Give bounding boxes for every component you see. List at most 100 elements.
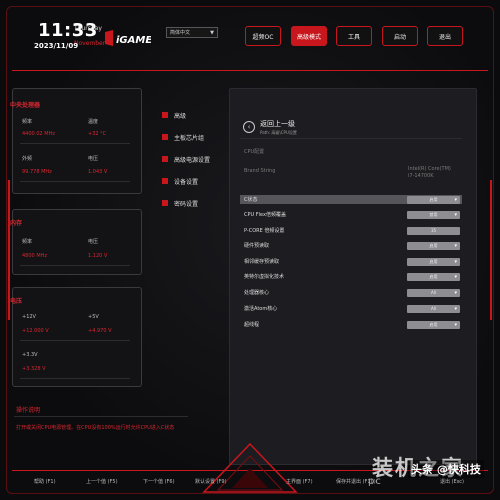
cpu-freq-value: 4400.02 MHz (22, 131, 55, 137)
dropdown-value: All (431, 290, 436, 295)
divider (20, 378, 130, 379)
chevron-down-icon: ▾ (454, 196, 457, 203)
language-select[interactable]: 简体中文 ▼ (166, 27, 218, 38)
language-value: 简体中文 (170, 30, 191, 36)
header-accent-line (12, 70, 488, 71)
dropdown-value: 启用 (429, 258, 438, 264)
v33-label: +3.3V (22, 352, 38, 358)
nav-item-label: 密码设置 (174, 200, 199, 208)
setting-label: 英特尔虚拟化技术 (244, 274, 285, 280)
footer-prev-value[interactable]: 上一个值 (F5) (86, 478, 118, 485)
setting-dropdown[interactable]: 启用 ▾ (407, 195, 460, 204)
svg-text:iGAME: iGAME (116, 35, 151, 46)
setting-dropdown[interactable]: All ▾ (407, 304, 460, 313)
footer-defaults[interactable]: 默认设置 (F9) (195, 478, 227, 485)
chevron-down-icon: ▾ (454, 258, 457, 265)
setting-dropdown[interactable]: 启用 ▾ (407, 272, 460, 281)
setting-dropdown[interactable]: 禁用 ▾ (407, 210, 460, 219)
back-button[interactable]: 返回上一级 (260, 119, 295, 129)
bullet-icon (162, 112, 168, 118)
footer-next-value[interactable]: 下一个值 (F6) (143, 478, 175, 485)
setting-label: CPU Flex倍频覆盖 (244, 212, 286, 218)
setting-label: 处理器核心 (244, 290, 270, 296)
clock-day: Thursday (74, 25, 102, 32)
chevron-down-icon: ▾ (454, 242, 457, 249)
dropdown-value: 禁用 (429, 211, 438, 217)
tab-advanced[interactable]: 高级模式 (291, 26, 327, 46)
nav-item-password[interactable]: 密码设置 (162, 198, 198, 208)
clock-month: November (74, 40, 106, 47)
chevron-down-icon: ▾ (454, 273, 457, 280)
divider (20, 181, 130, 182)
voltage-panel (12, 287, 142, 387)
setting-label: 相邻缓存预读取 (244, 259, 280, 265)
brand-string-label: Brand String (244, 168, 276, 174)
dropdown-value: 启用 (429, 321, 438, 327)
footer-help[interactable]: 帮助 (F1) (34, 478, 56, 485)
dropdown-value: 启用 (429, 273, 438, 279)
nav-item-power[interactable]: 高级电源设置 (162, 154, 210, 164)
divider (20, 340, 130, 341)
emblem-icon (202, 442, 298, 493)
divider (20, 143, 130, 144)
setting-label: 激活Atom核心 (244, 306, 278, 312)
tab-exit[interactable]: 退出 (427, 26, 463, 46)
cpu-panel-title: 中央处理器 (10, 102, 41, 109)
chevron-down-icon: ▾ (454, 305, 457, 312)
setting-dropdown[interactable]: All ▾ (407, 288, 460, 297)
help-text: 打开或关闭CPU电源管理。在CPU没有100%运行时允许CPU进入C状态 (16, 425, 175, 431)
tab-tools[interactable]: 工具 (336, 26, 372, 46)
chevron-down-icon: ▾ (454, 289, 457, 296)
nav-item-advanced[interactable]: 高级 (162, 110, 186, 120)
bullet-icon (162, 134, 168, 140)
brand-string-value-2: i7-14700K (408, 173, 434, 179)
cpu-ext-value: 99.778 MHz (22, 169, 52, 175)
help-title: 操作说明 (16, 407, 41, 414)
nav-item-label: 高级 (174, 112, 187, 120)
nav-item-chipset[interactable]: 主板芯片组 (162, 132, 204, 142)
setting-dropdown[interactable]: 启用 ▾ (407, 320, 460, 329)
input-value: 35 (430, 228, 437, 233)
setting-label: 超线程 (244, 322, 260, 328)
cpu-temp-value: +32 °C (88, 131, 107, 137)
right-accent-line (490, 180, 492, 320)
v33-value: +3.328 V (22, 366, 46, 372)
cpu-volt-value: 1.043 V (88, 169, 108, 175)
setting-dropdown[interactable]: 启用 ▾ (407, 257, 460, 266)
nav-item-label: 主板芯片组 (174, 134, 205, 142)
setting-input[interactable]: 35 (407, 226, 460, 235)
setting-label: C状态 (244, 197, 258, 203)
mem-freq-label: 频率 (22, 239, 33, 245)
igame-logo: iGAME (105, 30, 151, 46)
nav-item-label: 设备设置 (174, 178, 199, 186)
tab-overclock[interactable]: 超频OC (245, 26, 281, 46)
cpu-temp-label: 温度 (88, 119, 99, 125)
dropdown-value: 启用 (429, 242, 438, 248)
brand-string-value-1: Intel(R) Core(TM) (408, 166, 451, 172)
footer-main[interactable]: 主界面 (F7) (286, 478, 313, 485)
bullet-icon (162, 200, 168, 206)
section-title: CPU配置 (244, 149, 265, 155)
chevron-down-icon: ▼ (210, 29, 214, 36)
clock-date: 2023/11/09 (34, 42, 79, 50)
setting-label: 硬件预读取 (244, 243, 270, 249)
back-arrow-icon[interactable]: ‹ (243, 121, 255, 133)
v5-value: +4.970 V (88, 328, 112, 334)
tab-boot[interactable]: 启动 (382, 26, 418, 46)
v12-label: +12V (22, 314, 36, 320)
mem-volt-label: 电压 (88, 239, 99, 245)
bullet-icon (162, 178, 168, 184)
setting-label: P-CORE 倍频设置 (244, 228, 285, 234)
chevron-down-icon: ▾ (454, 321, 457, 328)
chevron-down-icon: ▾ (454, 211, 457, 218)
cpu-freq-label: 频率 (22, 119, 33, 125)
watermark-badge: 头条 @快科技 (408, 460, 484, 478)
nav-item-devices[interactable]: 设备设置 (162, 176, 198, 186)
nav-item-label: 高级电源设置 (174, 156, 211, 164)
mem-volt-value: 1.120 V (88, 253, 108, 259)
setting-dropdown[interactable]: 启用 ▾ (407, 241, 460, 250)
memory-panel-title: 内存 (10, 220, 23, 227)
cpu-ext-label: 外频 (22, 156, 33, 162)
voltage-panel-title: 电压 (10, 298, 23, 305)
dropdown-value: 启用 (429, 196, 438, 202)
